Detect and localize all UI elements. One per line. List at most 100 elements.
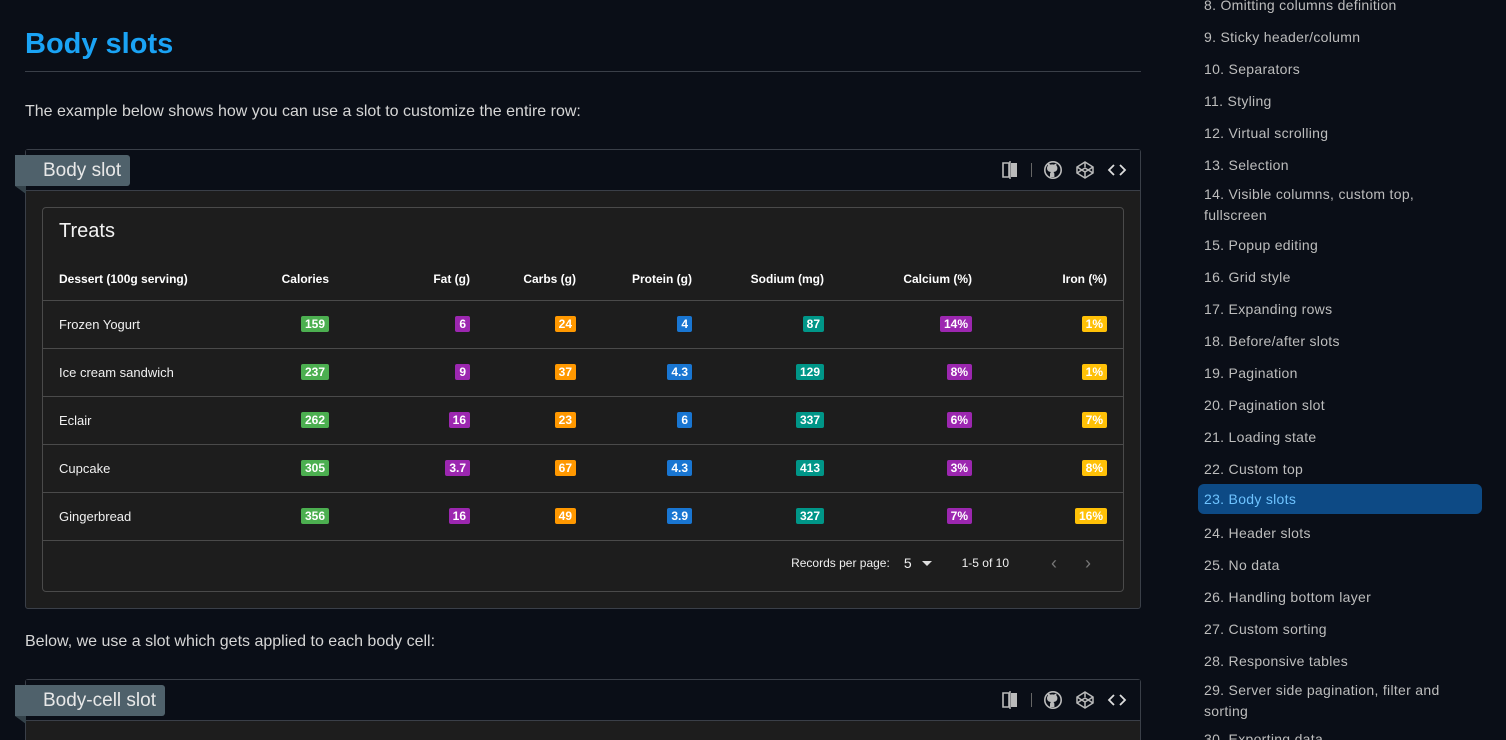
column-header-sodium[interactable]: Sodium (mg) [708, 258, 840, 301]
carbs-badge: 24 [554, 316, 576, 332]
cell-dessert: Frozen Yogurt [43, 300, 258, 349]
pagination-bar: Records per page: 5 1-5 of 10 ‹ › [791, 552, 1099, 574]
code-icon[interactable] [1106, 689, 1128, 711]
calcium-badge: 7% [946, 508, 972, 524]
toc-item-sticky-header[interactable]: 9. Sticky header/column [1198, 24, 1482, 51]
sodium-badge: 413 [795, 460, 824, 476]
example-header: Body slot [15, 150, 1140, 194]
toc-item-styling[interactable]: 11. Styling [1198, 88, 1482, 115]
toc-item-separators[interactable]: 10. Separators [1198, 56, 1482, 83]
protein-badge: 4.3 [667, 460, 692, 476]
protein-badge: 6 [677, 412, 692, 428]
sodium-badge: 327 [795, 508, 824, 524]
table-row[interactable]: Gingerbread 356 16 49 3.9 327 7% 16% [43, 492, 1123, 541]
example-toolbar [999, 159, 1128, 181]
iron-badge: 1% [1081, 364, 1107, 380]
sodium-badge: 337 [795, 412, 824, 428]
github-icon[interactable] [1042, 689, 1064, 711]
toc-item-popup-editing[interactable]: 15. Popup editing [1198, 232, 1482, 259]
toc-item-loading-state[interactable]: 21. Loading state [1198, 424, 1482, 451]
toc-item-pagination[interactable]: 19. Pagination [1198, 360, 1482, 387]
treats-table: Dessert (100g serving) Calories Fat (g) … [43, 258, 1123, 541]
carbs-badge: 37 [554, 364, 576, 380]
toc-item-custom-top[interactable]: 22. Custom top [1198, 456, 1482, 483]
codepen-icon[interactable] [1074, 689, 1096, 711]
protein-badge: 4 [677, 316, 692, 332]
toc-item-before-after-slots[interactable]: 18. Before/after slots [1198, 328, 1482, 355]
iron-badge: 8% [1081, 460, 1107, 476]
records-per-page-select[interactable]: 5 [904, 555, 932, 571]
carbs-badge: 49 [554, 508, 576, 524]
cell-dessert: Gingerbread [43, 492, 258, 541]
toolbar-separator [1031, 693, 1032, 707]
column-header-calcium[interactable]: Calcium (%) [840, 258, 988, 301]
table-title: Treats [59, 220, 115, 242]
iron-badge: 1% [1081, 316, 1107, 332]
toc-item-expanding-rows[interactable]: 17. Expanding rows [1198, 296, 1482, 323]
records-per-page-value: 5 [903, 555, 912, 571]
fat-badge: 16 [448, 412, 470, 428]
toc-item-exporting-data[interactable]: 30. Exporting data [1198, 726, 1482, 740]
fat-badge: 6 [455, 316, 470, 332]
code-icon[interactable] [1106, 159, 1128, 181]
column-header-fat[interactable]: Fat (g) [345, 258, 486, 301]
column-header-calories[interactable]: Calories [258, 258, 345, 301]
calories-badge: 356 [300, 508, 329, 524]
table-row[interactable]: Frozen Yogurt 159 6 24 4 87 14% 1% [43, 300, 1123, 349]
toc-item-pagination-slot[interactable]: 20. Pagination slot [1198, 392, 1482, 419]
title-divider [25, 71, 1141, 72]
records-per-page-label: Records per page: [791, 556, 890, 570]
toc-item-server-side-pagination[interactable]: 29. Server side pagination, filter and s… [1198, 677, 1482, 725]
example-label: Body-cell slot [15, 685, 165, 724]
calcium-badge: 6% [946, 412, 972, 428]
calories-badge: 305 [300, 460, 329, 476]
calcium-badge: 3% [946, 460, 972, 476]
table-row[interactable]: Ice cream sandwich 237 9 37 4.3 129 8% 1… [43, 348, 1123, 397]
chevron-left-icon[interactable]: ‹ [1043, 552, 1065, 574]
table-row[interactable]: Cupcake 305 3.7 67 4.3 413 3% 8% [43, 444, 1123, 493]
table-card: Treats Dessert (100g serving) Calories F… [42, 207, 1124, 592]
pagination-range: 1-5 of 10 [961, 556, 1009, 570]
toc-item-selection[interactable]: 13. Selection [1198, 152, 1482, 179]
toolbar-separator [1031, 163, 1032, 177]
column-header-carbs[interactable]: Carbs (g) [486, 258, 592, 301]
split-view-icon[interactable] [999, 689, 1021, 711]
sodium-badge: 87 [802, 316, 824, 332]
toc-item-omitting-columns[interactable]: 8. Omitting columns definition [1198, 0, 1482, 19]
calories-badge: 262 [300, 412, 329, 428]
iron-badge: 16% [1074, 508, 1107, 524]
calories-badge: 159 [300, 316, 329, 332]
intro-text-2: Below, we use a slot which gets applied … [25, 633, 436, 650]
page-title: Body slots [25, 28, 174, 60]
toc-item-virtual-scrolling[interactable]: 12. Virtual scrolling [1198, 120, 1482, 147]
toc-item-visible-columns[interactable]: 14. Visible columns, custom top, fullscr… [1198, 181, 1482, 229]
split-view-icon[interactable] [999, 159, 1021, 181]
table-header-row: Dessert (100g serving) Calories Fat (g) … [43, 258, 1123, 301]
toc-item-custom-sorting[interactable]: 27. Custom sorting [1198, 616, 1482, 643]
column-header-protein[interactable]: Protein (g) [592, 258, 708, 301]
example-label: Body slot [15, 155, 131, 194]
fat-badge: 16 [448, 508, 470, 524]
carbs-badge: 67 [554, 460, 576, 476]
cell-dessert: Cupcake [43, 444, 258, 493]
codepen-icon[interactable] [1074, 159, 1096, 181]
toc-item-responsive-tables[interactable]: 28. Responsive tables [1198, 648, 1482, 675]
toc-item-no-data[interactable]: 25. No data [1198, 552, 1482, 579]
toc-item-handling-bottom-layer[interactable]: 26. Handling bottom layer [1198, 584, 1482, 611]
sodium-badge: 129 [795, 364, 824, 380]
carbs-badge: 23 [554, 412, 576, 428]
intro-text: The example below shows how you can use … [25, 103, 581, 120]
protein-badge: 4.3 [667, 364, 692, 380]
column-header-dessert[interactable]: Dessert (100g serving) [43, 258, 258, 301]
fat-badge: 3.7 [445, 460, 470, 476]
toc-item-header-slots[interactable]: 24. Header slots [1198, 520, 1482, 547]
toc-item-body-slots[interactable]: 23. Body slots [1198, 484, 1482, 514]
chevron-right-icon[interactable]: › [1077, 552, 1099, 574]
calories-badge: 237 [300, 364, 329, 380]
table-row[interactable]: Eclair 262 16 23 6 337 6% 7% [43, 396, 1123, 445]
example-header: Body-cell slot [15, 680, 1140, 724]
fat-badge: 9 [455, 364, 470, 380]
github-icon[interactable] [1042, 159, 1064, 181]
column-header-iron[interactable]: Iron (%) [988, 258, 1123, 301]
toc-item-grid-style[interactable]: 16. Grid style [1198, 264, 1482, 291]
